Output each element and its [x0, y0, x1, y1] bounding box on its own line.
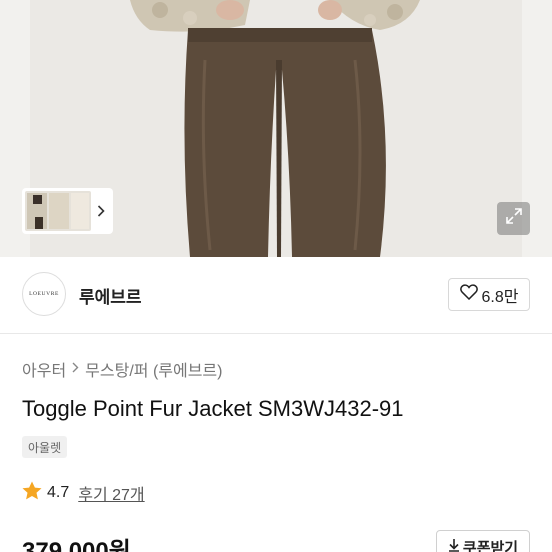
download-icon — [448, 538, 460, 552]
coupon-label: 쿠폰받기 — [462, 539, 519, 552]
product-price: 379,000원 — [22, 538, 131, 552]
expand-icon — [505, 207, 523, 230]
breadcrumb-category[interactable]: 아우터 — [22, 357, 66, 381]
star-icon — [22, 481, 42, 505]
like-count: 6.8만 — [481, 288, 519, 306]
product-title: Toggle Point Fur Jacket SM3WJ432-91 — [22, 396, 404, 421]
rating-row: 4.7 후기 27개 — [22, 481, 145, 505]
chevron-right-icon[interactable] — [91, 205, 110, 217]
brand-logo[interactable]: LOEUVRE — [22, 272, 66, 316]
heart-icon — [459, 284, 478, 305]
expand-button[interactable] — [497, 202, 530, 235]
breadcrumb: 아우터 무스탕/퍼 (루에브르) — [22, 357, 222, 381]
rating-value: 4.7 — [47, 484, 70, 501]
breadcrumb-subcategory[interactable]: 무스탕/퍼 (루에브르) — [85, 357, 222, 381]
brand-name[interactable]: 루에브르 — [79, 283, 142, 308]
thumbnail-image[interactable] — [25, 191, 91, 231]
product-image-hero[interactable] — [0, 0, 552, 257]
thumbnail-strip[interactable] — [22, 188, 113, 234]
outlet-tag: 아울렛 — [22, 436, 68, 458]
chevron-right-icon — [72, 360, 79, 378]
coupon-button[interactable]: 쿠폰받기 — [436, 530, 530, 552]
review-link[interactable]: 후기 27개 — [78, 481, 144, 505]
brand-row: LOEUVRE 루에브르 6.8만 — [0, 257, 552, 334]
like-button[interactable]: 6.8만 — [448, 278, 530, 311]
